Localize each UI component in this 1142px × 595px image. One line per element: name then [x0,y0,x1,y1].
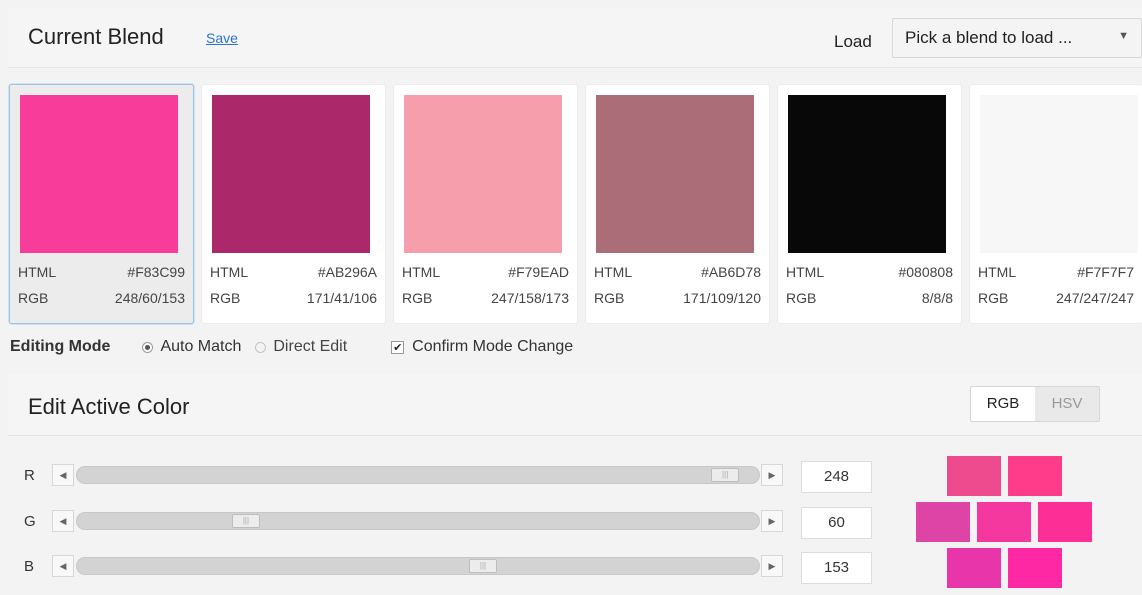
html-value: #080808 [898,264,953,280]
auto-match-radio[interactable] [142,341,154,353]
editing-mode-row: Editing Mode Auto Match Direct Edit ✔ Co… [10,336,587,358]
blue-value-input[interactable]: 153 [801,552,872,584]
red-slider-track[interactable]: ||| [76,466,760,484]
red-slider-row: R ◀ ||| ▶ 248 [0,461,880,493]
html-row: HTML #F7F7F7 [978,264,1134,280]
rgb-label: RGB [402,290,433,306]
html-row: HTML #F83C99 [18,264,185,280]
variation-swatch[interactable] [947,548,1001,588]
rgb-row: RGB 8/8/8 [786,290,953,306]
rgb-row: RGB 248/60/153 [18,290,185,306]
page-title: Current Blend [28,24,164,49]
color-swatch [404,95,562,253]
swatch-card[interactable]: HTML #AB6D78 RGB 171/109/120 [585,84,770,324]
green-increment-button[interactable]: ▶ [761,510,783,532]
rgb-row: RGB 171/41/106 [210,290,377,306]
swatch-card[interactable]: HTML #F83C99 RGB 248/60/153 [9,84,194,324]
direct-edit-option[interactable]: Direct Edit [255,338,347,356]
rgb-label: RGB [978,290,1009,306]
green-channel-label: G [24,513,36,530]
swatch-card[interactable]: HTML #AB296A RGB 171/41/106 [201,84,386,324]
red-decrement-button[interactable]: ◀ [52,464,74,486]
rgb-label: RGB [210,290,241,306]
html-value: #F83C99 [127,264,185,280]
rgb-value: 8/8/8 [921,290,953,306]
html-row: HTML #080808 [786,264,953,280]
editing-mode-label: Editing Mode [10,338,111,355]
green-slider-thumb[interactable]: ||| [231,514,260,528]
html-label: HTML [18,264,57,280]
green-decrement-button[interactable]: ◀ [52,510,74,532]
rgb-mode-button[interactable]: RGB [971,387,1035,421]
color-swatch [980,95,1138,253]
html-row: HTML #AB6D78 [594,264,761,280]
html-label: HTML [978,264,1017,280]
hsv-mode-button[interactable]: HSV [1035,387,1099,421]
variation-swatch[interactable] [947,456,1001,496]
html-label: HTML [594,264,633,280]
save-link[interactable]: Save [206,30,238,46]
rgb-value: 247/247/247 [1056,290,1134,306]
html-label: HTML [402,264,441,280]
rgb-row: RGB 247/158/173 [402,290,569,306]
blue-decrement-button[interactable]: ◀ [52,555,74,577]
html-label: HTML [210,264,249,280]
red-increment-button[interactable]: ▶ [761,464,783,486]
rgb-label: RGB [786,290,817,306]
rgb-value: 248/60/153 [114,290,185,306]
rgb-value: 247/158/173 [491,290,569,306]
swatch-card[interactable]: HTML #F7F7F7 RGB 247/247/247 [969,84,1142,324]
html-label: HTML [786,264,825,280]
html-value: #AB6D78 [701,264,761,280]
blue-channel-label: B [24,558,35,575]
green-slider-track[interactable]: ||| [76,512,760,530]
variation-swatch[interactable] [977,502,1031,542]
direct-edit-label: Direct Edit [273,338,348,355]
blue-increment-button[interactable]: ▶ [761,555,783,577]
variation-swatch[interactable] [916,502,970,542]
auto-match-option[interactable]: Auto Match [142,338,241,356]
rgb-value: 171/41/106 [306,290,377,306]
swatch-card[interactable]: HTML #F79EAD RGB 247/158/173 [393,84,578,324]
red-channel-label: R [24,467,35,484]
html-row: HTML #AB296A [210,264,377,280]
html-row: HTML #F79EAD [402,264,569,280]
variation-swatch[interactable] [1008,456,1062,496]
variation-swatch[interactable] [1038,502,1092,542]
color-swatch [596,95,754,253]
confirm-mode-change-checkbox[interactable]: ✔ [391,340,405,354]
rgb-label: RGB [594,290,625,306]
current-blend-header: Current Blend Save Load Pick a blend to … [8,8,1142,68]
confirm-mode-change-label: Confirm Mode Change [412,338,574,355]
color-swatch [20,95,178,253]
load-label: Load [834,32,872,51]
color-swatch [212,95,370,253]
green-slider-row: G ◀ ||| ▶ 60 [0,507,880,539]
html-value: #F79EAD [508,264,569,280]
rgb-label: RGB [18,290,49,306]
edit-active-color-title: Edit Active Color [28,394,190,419]
blue-slider-track[interactable]: ||| [76,557,760,575]
load-blend-select-value: Pick a blend to load ... [905,28,1073,47]
swatch-card[interactable]: HTML #080808 RGB 8/8/8 [777,84,962,324]
color-mode-toggle: RGB HSV [970,386,1100,422]
html-value: #F7F7F7 [1077,264,1134,280]
direct-edit-radio[interactable] [255,341,267,353]
load-blend-select[interactable]: Pick a blend to load ... ▼ [892,18,1142,58]
color-swatch [788,95,946,253]
blue-slider-row: B ◀ ||| ▶ 153 [0,552,880,584]
red-value-input[interactable]: 248 [801,461,872,493]
auto-match-label: Auto Match [160,338,242,355]
rgb-value: 171/109/120 [683,290,761,306]
chevron-down-icon: ▼ [1118,30,1129,42]
edit-active-color-header: Edit Active Color RGB HSV [8,374,1142,436]
rgb-row: RGB 247/247/247 [978,290,1134,306]
variation-swatch[interactable] [1008,548,1062,588]
green-value-input[interactable]: 60 [801,507,872,539]
confirm-mode-change-option[interactable]: ✔ Confirm Mode Change [391,338,573,356]
red-slider-thumb[interactable]: ||| [711,468,740,482]
html-value: #AB296A [317,264,377,280]
blue-slider-thumb[interactable]: ||| [469,559,497,573]
rgb-row: RGB 171/109/120 [594,290,761,306]
